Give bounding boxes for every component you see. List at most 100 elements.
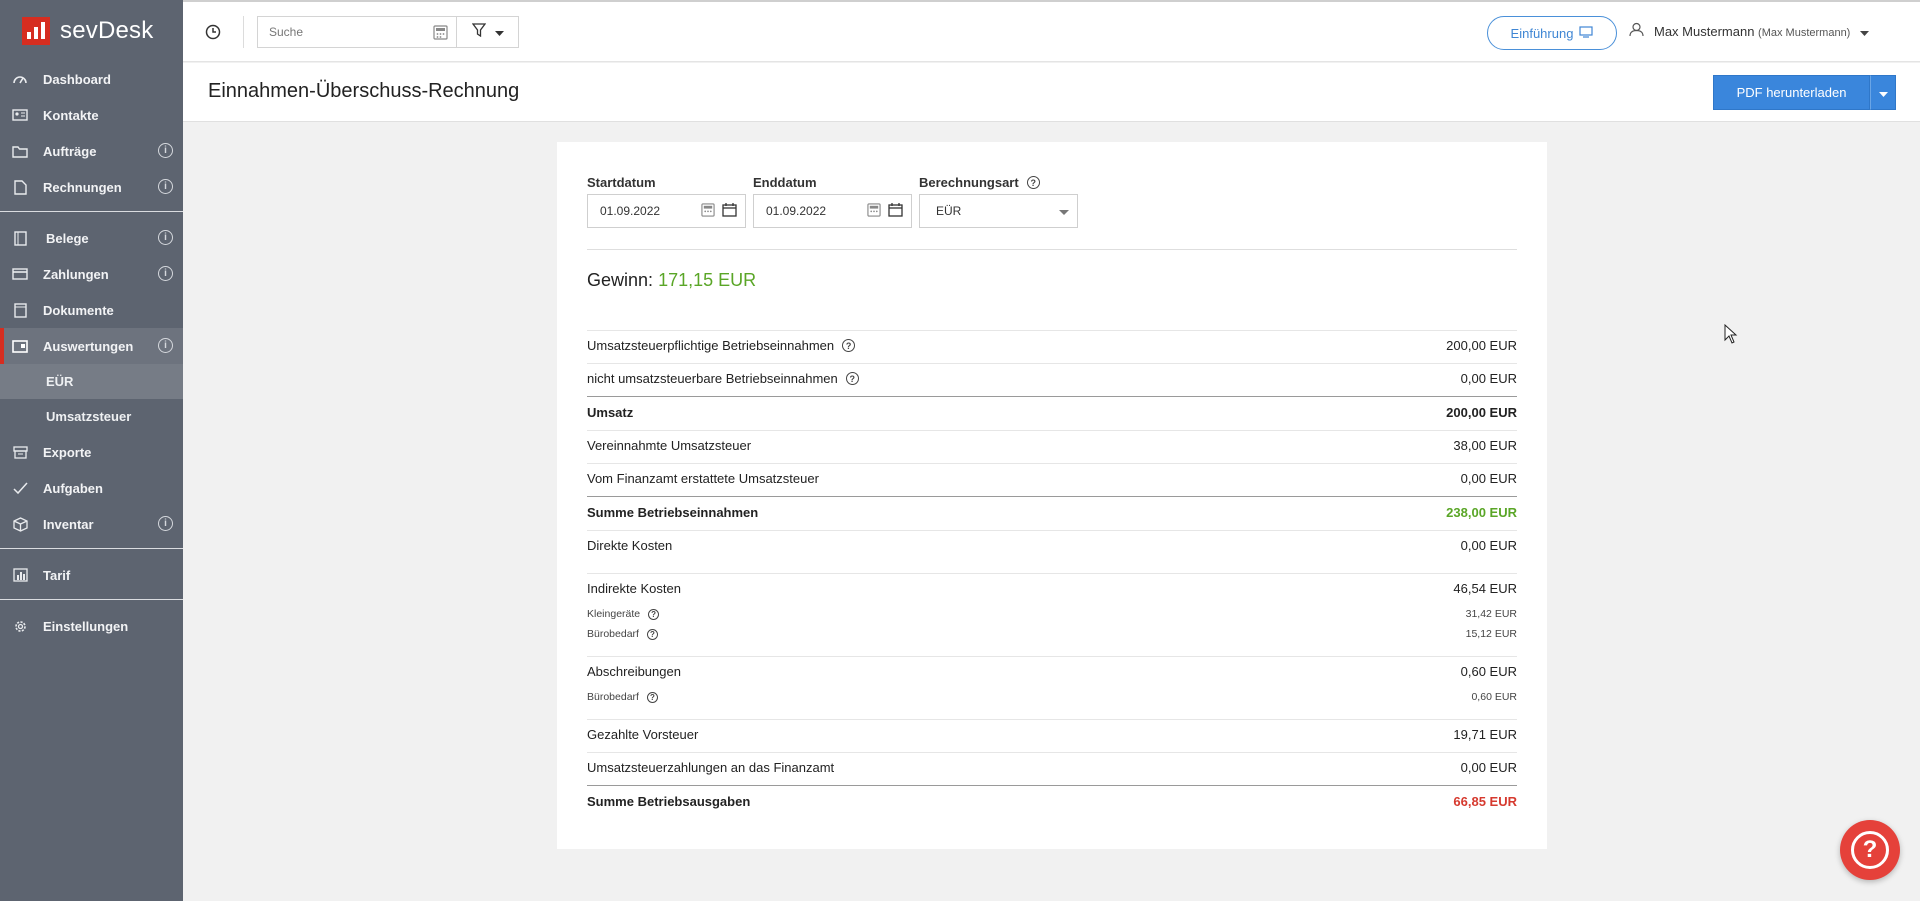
row-divider (587, 752, 1517, 753)
sidebar-item-kontakte[interactable]: Kontakte (0, 97, 183, 133)
pdf-download-button[interactable]: PDF herunterladen (1713, 75, 1870, 110)
sidebar-item-label: Inventar (43, 516, 94, 532)
pdf-options-button[interactable] (1870, 75, 1896, 110)
sidebar-item-label: Exporte (43, 444, 92, 460)
row-value: 0,00 EUR (1460, 538, 1517, 553)
sidebar-subitem-eur[interactable]: EÜR (0, 364, 183, 399)
calculator-icon[interactable] (867, 203, 881, 220)
contacts-icon (10, 107, 30, 123)
row-label: Summe Betriebseinnahmen (587, 505, 759, 520)
folder-icon (10, 143, 30, 159)
sidebar-item-auswertungen[interactable]: Auswertungen i (0, 328, 183, 364)
row-label: Umsatz (587, 405, 634, 420)
sidebar-item-label: Auswertungen (43, 338, 134, 354)
row-value: 0,60 EUR (1471, 691, 1517, 703)
table-row: Vereinnahmte Umsatzsteuer 38,00 EUR (587, 438, 1517, 453)
sidebar-item-label: Aufträge (43, 143, 97, 159)
help-icon[interactable]: ? (646, 628, 658, 640)
sidebar-item-belege[interactable]: Belege i (0, 220, 183, 256)
sidebar-item-dokumente[interactable]: Dokumente (0, 292, 183, 328)
method-value: EÜR (936, 204, 962, 218)
info-icon[interactable]: i (158, 230, 173, 245)
reports-icon (10, 338, 30, 354)
help-icon[interactable]: ? (842, 339, 856, 352)
profit-summary: Gewinn: 171,15 EUR (587, 270, 756, 291)
info-icon[interactable]: i (158, 266, 173, 281)
row-divider (587, 463, 1517, 464)
filter-icon (471, 22, 486, 42)
row-label: Indirekte Kosten (587, 581, 681, 596)
intro-button[interactable]: Einführung (1487, 16, 1617, 50)
sidebar-item-tarif[interactable]: Tarif (0, 557, 183, 593)
user-menu[interactable]: Max Mustermann (Max Mustermann) (1629, 22, 1870, 40)
calculator-icon[interactable] (701, 203, 715, 220)
row-label: Umsatzsteuerpflichtige Betriebseinnahmen (587, 338, 835, 353)
sidebar-item-auftraege[interactable]: Aufträge i (0, 133, 183, 169)
row-label: Gezahlte Vorsteuer (587, 727, 699, 742)
method-select[interactable]: EÜR (919, 194, 1078, 228)
search-input[interactable]: Suche (257, 16, 457, 48)
filter-button[interactable] (457, 16, 519, 48)
help-icon[interactable]: ? (646, 691, 658, 703)
sidebar-item-label: Aufgaben (43, 480, 103, 496)
row-label: Abschreibungen (587, 664, 681, 679)
row-divider (587, 330, 1517, 331)
history-icon[interactable] (205, 24, 221, 45)
sidebar-divider (0, 548, 183, 549)
help-button[interactable]: ? (1840, 820, 1900, 880)
sidebar-item-aufgaben[interactable]: Aufgaben (0, 470, 183, 506)
sidebar-item-label: Kontakte (43, 107, 99, 123)
row-value: 31,42 EUR (1465, 608, 1517, 620)
file-icon (10, 302, 30, 318)
sidebar-item-zahlungen[interactable]: Zahlungen i (0, 256, 183, 292)
box-icon (10, 516, 30, 532)
info-icon[interactable]: i (158, 179, 173, 194)
row-label: Direkte Kosten (587, 538, 673, 553)
end-date-label: Enddatum (753, 175, 817, 190)
row-divider (587, 530, 1517, 531)
table-row: Umsatzsteuerpflichtige Betriebseinnahmen… (587, 338, 1517, 353)
top-bar: Suche Einführung Max Mustermann (Max Mus… (183, 0, 1920, 62)
table-row: Umsatz 200,00 EUR (587, 405, 1517, 420)
sidebar-divider (0, 599, 183, 600)
info-icon[interactable]: i (158, 338, 173, 353)
sidebar-subitem-umsatzsteuer[interactable]: Umsatzsteuer (0, 399, 183, 434)
start-date-value: 01.09.2022 (600, 204, 661, 218)
sidebar-item-label: Dokumente (43, 302, 114, 318)
help-icon[interactable]: ? (845, 372, 859, 385)
end-date-field[interactable]: 01.09.2022 (753, 194, 912, 228)
app-logo[interactable]: sevDesk (0, 0, 183, 62)
row-value: 200,00 EUR (1446, 405, 1517, 420)
table-row: nicht umsatzsteuerbare Betriebseinnahmen… (587, 371, 1517, 386)
info-icon[interactable]: i (158, 143, 173, 158)
row-value: 46,54 EUR (1453, 581, 1517, 596)
info-icon[interactable]: i (158, 516, 173, 531)
row-label: Kleingeräte (587, 608, 641, 620)
monitor-icon (1579, 25, 1594, 41)
sidebar-item-inventar[interactable]: Inventar i (0, 506, 183, 542)
calculator-icon[interactable] (433, 25, 448, 43)
field-icons (867, 203, 903, 220)
sidebar-item-exporte[interactable]: Exporte (0, 434, 183, 470)
help-icon[interactable]: ? (648, 608, 660, 620)
sidebar-item-label: Einstellungen (43, 618, 129, 634)
row-label: Vereinnahmte Umsatzsteuer (587, 438, 752, 453)
help-icon: ? (1851, 831, 1889, 869)
row-divider (587, 573, 1517, 574)
chart-icon (10, 567, 30, 583)
table-subrow: Bürobedarf? 0,60 EUR (587, 691, 1517, 703)
calendar-icon[interactable] (888, 203, 903, 220)
sidebar-item-label: Rechnungen (43, 179, 122, 195)
row-value: 66,85 EUR (1453, 794, 1517, 809)
calendar-icon[interactable] (722, 203, 737, 220)
profit-label: Gewinn: (587, 270, 654, 290)
sidebar-item-rechnungen[interactable]: Rechnungen i (0, 169, 183, 205)
sidebar-divider (0, 211, 183, 212)
sidebar-subitem-label: EÜR (46, 374, 74, 389)
sidebar-item-dashboard[interactable]: Dashboard (0, 61, 183, 97)
help-icon[interactable]: ? (1026, 176, 1040, 189)
start-date-field[interactable]: 01.09.2022 (587, 194, 746, 228)
table-row: Indirekte Kosten 46,54 EUR (587, 581, 1517, 596)
sidebar-item-einstellungen[interactable]: Einstellungen (0, 608, 183, 644)
row-label: nicht umsatzsteuerbare Betriebseinnahmen (587, 371, 838, 386)
